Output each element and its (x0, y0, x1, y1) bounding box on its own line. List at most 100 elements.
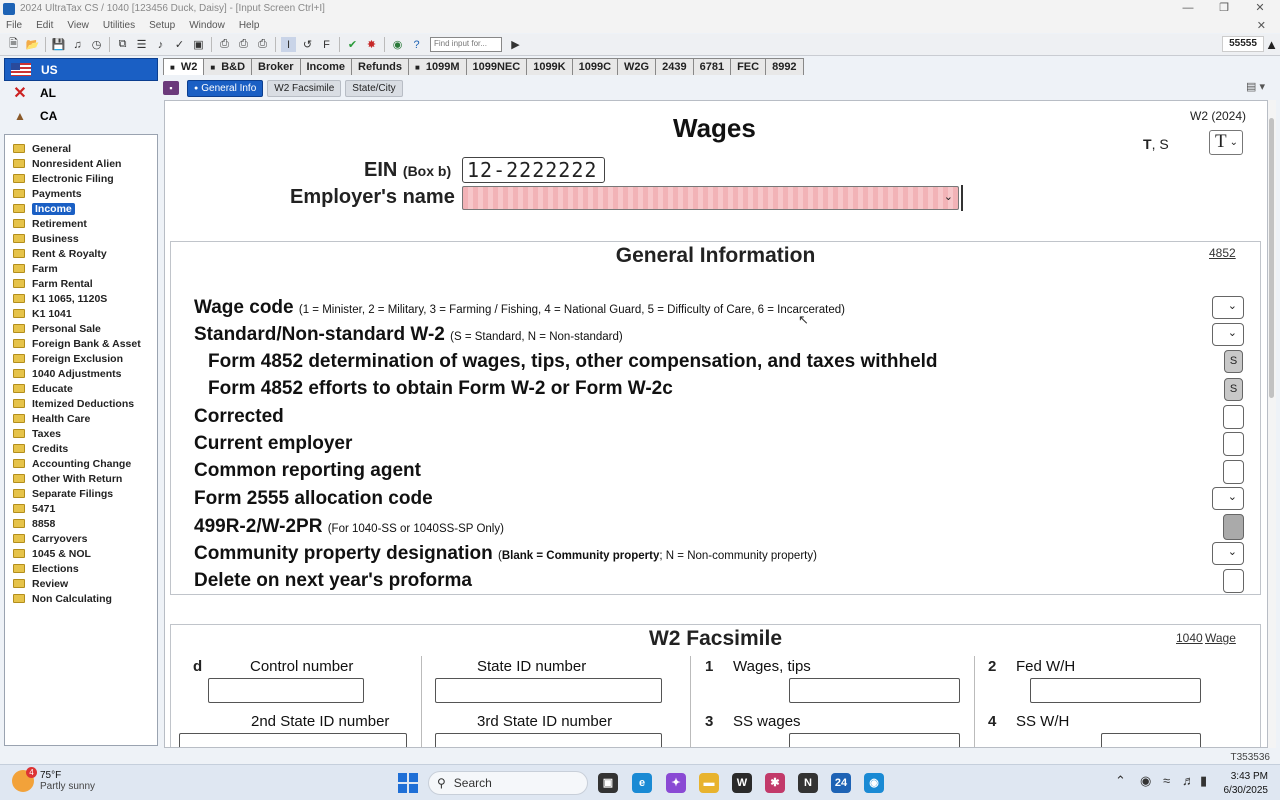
screen-options-icon[interactable]: ▤ ▾ (1246, 80, 1265, 93)
category-item[interactable]: General (5, 141, 157, 156)
windows-start-icon[interactable] (398, 773, 418, 793)
category-item[interactable]: Payments (5, 186, 157, 201)
tab-1099nec[interactable]: 1099NEC (465, 58, 528, 75)
category-item[interactable]: Educate (5, 381, 157, 396)
form-2555-select[interactable]: ⌄ (1212, 487, 1244, 510)
print-icon[interactable]: ⎙ (217, 37, 232, 52)
link-wage[interactable]: Wage (1205, 631, 1236, 645)
standard-select[interactable]: ⌄ (1212, 323, 1244, 346)
wifi-icon[interactable]: ≈ (1163, 773, 1170, 788)
list-icon[interactable]: ☰ (134, 37, 149, 52)
timer-icon[interactable]: ◷ (89, 37, 104, 52)
category-item[interactable]: 1040 Adjustments (5, 366, 157, 381)
music-icon[interactable]: ♫ (70, 37, 85, 52)
link-4852[interactable]: 4852 (1209, 246, 1236, 260)
find-go-icon[interactable]: ▶ (508, 37, 523, 52)
battery-icon[interactable]: ▮ (1200, 773, 1207, 789)
category-item[interactable]: Rent & Royalty (5, 246, 157, 261)
menu-setup[interactable]: Setup (142, 20, 182, 31)
ein-input[interactable]: 12-2222222 (462, 157, 605, 183)
common-agent-checkbox[interactable] (1223, 460, 1244, 484)
delete-proforma-checkbox[interactable] (1223, 569, 1244, 593)
copilot-icon[interactable]: ✦ (666, 773, 686, 793)
state-id-2-input[interactable] (179, 733, 407, 747)
print-options-icon[interactable]: ⎙ (255, 37, 270, 52)
ss-wh-input[interactable] (1101, 733, 1201, 747)
state-us[interactable]: US (4, 58, 158, 81)
menu-view[interactable]: View (60, 20, 96, 31)
category-item[interactable]: K1 1065, 1120S (5, 291, 157, 306)
tab-income[interactable]: Income (299, 58, 353, 75)
help-icon[interactable]: ? (409, 37, 424, 52)
wages-tips-input[interactable] (789, 678, 960, 703)
task-view-icon[interactable]: ▣ (598, 773, 618, 793)
tab-6781[interactable]: 6781 (692, 58, 732, 75)
category-item[interactable]: Elections (5, 561, 157, 576)
tab-2439[interactable]: 2439 (655, 58, 694, 75)
subtab-w2-facsimile[interactable]: W2 Facsimile (267, 79, 342, 97)
green-check-icon[interactable]: ✔ (345, 37, 360, 52)
tab-1099k[interactable]: 1099K (526, 58, 573, 75)
copy-icon[interactable]: ⧉ (115, 37, 130, 52)
category-item[interactable]: Farm (5, 261, 157, 276)
state-id-3-input[interactable] (435, 733, 662, 747)
scroll-thumb[interactable] (1269, 118, 1274, 398)
form-4852-wages-button[interactable]: S (1224, 350, 1243, 373)
link-1040[interactable]: 1040 (1176, 631, 1203, 645)
tab-broker[interactable]: Broker (251, 58, 301, 75)
menu-utilities[interactable]: Utilities (96, 20, 142, 31)
new-icon[interactable]: 🗎 (6, 37, 21, 52)
category-item[interactable]: Retirement (5, 216, 157, 231)
category-item[interactable]: Review (5, 576, 157, 591)
category-item[interactable]: Foreign Bank & Asset (5, 336, 157, 351)
state-al[interactable]: ✕ AL (4, 81, 158, 104)
file-explorer-icon[interactable]: ▬ (699, 773, 719, 793)
control-number-input[interactable] (208, 678, 364, 703)
links-icon[interactable]: ↺ (300, 37, 315, 52)
category-item[interactable]: Electronic Filing (5, 171, 157, 186)
tab-1099c[interactable]: 1099C (571, 58, 619, 75)
red-bug-icon[interactable]: ✸ (364, 37, 379, 52)
open-icon[interactable]: 📂 (25, 37, 40, 52)
vertical-scrollbar[interactable] (1268, 100, 1276, 748)
category-item[interactable]: Nonresident Alien (5, 156, 157, 171)
state-ca[interactable]: ▲ CA (4, 104, 158, 127)
category-item[interactable]: Income (5, 201, 157, 216)
chevron-up-icon[interactable]: ⌃ (1115, 773, 1126, 789)
ss-wages-input[interactable] (789, 733, 960, 747)
category-item[interactable]: Farm Rental (5, 276, 157, 291)
app-n-icon[interactable]: N (798, 773, 818, 793)
form-4852-efforts-button[interactable]: S (1224, 378, 1243, 401)
tab-8992[interactable]: 8992 (765, 58, 804, 75)
tab-fec[interactable]: FEC (730, 58, 767, 75)
w2pr-checkbox[interactable] (1223, 514, 1244, 540)
ts-select[interactable]: T ⌄ (1209, 130, 1243, 155)
category-item[interactable]: Carryovers (5, 531, 157, 546)
corrected-checkbox[interactable] (1223, 405, 1244, 429)
category-item[interactable]: Personal Sale (5, 321, 157, 336)
volume-icon[interactable]: ♬ (1182, 773, 1195, 788)
category-item[interactable]: Separate Filings (5, 486, 157, 501)
category-item[interactable]: K1 1041 (5, 306, 157, 321)
category-item[interactable]: Accounting Change (5, 456, 157, 471)
fed-wh-input[interactable] (1030, 678, 1201, 703)
check-icon[interactable]: ✓ (172, 37, 187, 52)
user-icon[interactable]: ▲ (1265, 37, 1278, 52)
category-item[interactable]: 8858 (5, 516, 157, 531)
print-preview-icon[interactable]: ⎙ (236, 37, 251, 52)
microphone-icon[interactable]: ◉ (1140, 773, 1151, 789)
clock[interactable]: 3:43 PM 6/30/2025 (1224, 770, 1269, 798)
category-item[interactable]: Non Calculating (5, 591, 157, 606)
tab-w2[interactable]: ■ W2 (163, 58, 205, 75)
community-select[interactable]: ⌄ (1212, 542, 1244, 565)
app-globe-icon[interactable]: ◉ (864, 773, 884, 793)
state-id-input[interactable] (435, 678, 662, 703)
tab-refunds[interactable]: Refunds (351, 58, 410, 75)
find-input[interactable]: Find input for... (430, 37, 502, 52)
category-item[interactable]: Other With Return (5, 471, 157, 486)
menu-file[interactable]: File (0, 20, 29, 31)
menu-window[interactable]: Window (182, 20, 232, 31)
current-employer-checkbox[interactable] (1223, 432, 1244, 456)
note-icon[interactable]: ♪ (153, 37, 168, 52)
subtab-general-info[interactable]: General Info (187, 79, 264, 97)
